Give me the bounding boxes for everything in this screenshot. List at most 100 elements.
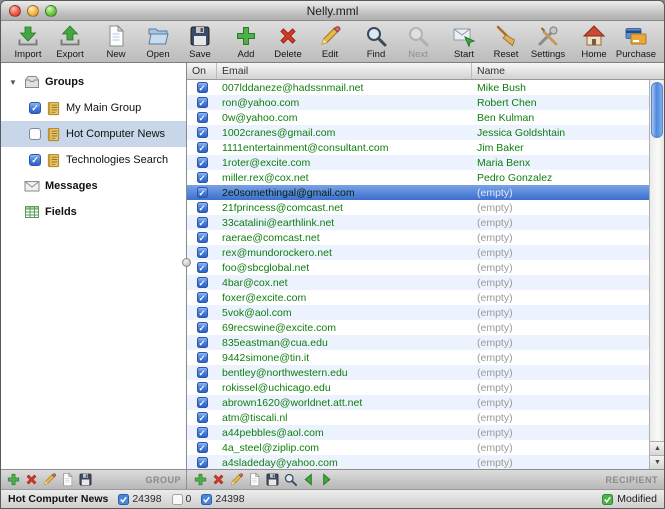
toolbar-button-edit[interactable]: Edit — [309, 22, 351, 62]
table-row[interactable]: ✓835eastman@cua.edu(empty) — [187, 335, 664, 350]
toolbar-button-next[interactable]: Next — [397, 22, 439, 62]
toolbar-button-find[interactable]: Find — [355, 22, 397, 62]
scroll-up-button[interactable]: ▲ — [650, 441, 665, 455]
toolbar-button-reset[interactable]: Reset — [485, 22, 527, 62]
table-row[interactable]: ✓0w@yahoo.comBen Kulman — [187, 110, 664, 125]
table-row[interactable]: ✓1111entertainment@consultant.comJim Bak… — [187, 140, 664, 155]
minimize-button[interactable] — [27, 5, 39, 17]
recipient-prev-button[interactable] — [301, 472, 316, 487]
recipient-add-button[interactable] — [193, 472, 208, 487]
row-checkbox[interactable]: ✓ — [197, 262, 208, 273]
disclosure-triangle-icon[interactable]: ▼ — [9, 78, 19, 87]
toolbar-button-delete[interactable]: Delete — [267, 22, 309, 62]
sidebar-group-technologies-search[interactable]: ✓Technologies Search — [1, 147, 186, 173]
recipient-save-button[interactable] — [265, 472, 280, 487]
toolbar-button-save[interactable]: Save — [179, 22, 221, 62]
table-row[interactable]: ✓a4sladeday@yahoo.com(empty) — [187, 455, 664, 469]
row-checkbox[interactable]: ✓ — [197, 172, 208, 183]
table-row[interactable]: ✓69recswine@excite.com(empty) — [187, 320, 664, 335]
sidebar-item-messages[interactable]: Messages — [1, 173, 186, 199]
table-row[interactable]: ✓raerae@comcast.net(empty) — [187, 230, 664, 245]
group-save-button[interactable] — [78, 472, 93, 487]
row-checkbox[interactable]: ✓ — [197, 97, 208, 108]
row-checkbox[interactable]: ✓ — [197, 397, 208, 408]
group-edit-button[interactable] — [42, 472, 57, 487]
column-header-email[interactable]: Email — [217, 63, 472, 79]
column-header-name[interactable]: Name — [472, 63, 664, 79]
table-row[interactable]: ✓rokissel@uchicago.edu(empty) — [187, 380, 664, 395]
table-row[interactable]: ✓a44pebbles@aol.com(empty) — [187, 425, 664, 440]
toolbar-button-purchase[interactable]: Purchase — [615, 22, 657, 62]
row-checkbox[interactable]: ✓ — [197, 442, 208, 453]
sidebar-item-fields[interactable]: Fields — [1, 199, 186, 225]
table-row[interactable]: ✓miller.rex@cox.netPedro Gonzalez — [187, 170, 664, 185]
vertical-scrollbar[interactable]: ▲ ▼ — [649, 80, 664, 469]
toolbar-button-start[interactable]: Start — [443, 22, 485, 62]
table-row[interactable]: ✓9442simone@tin.it(empty) — [187, 350, 664, 365]
table-row[interactable]: ✓4bar@cox.net(empty) — [187, 275, 664, 290]
recipient-new-button[interactable] — [247, 472, 262, 487]
row-checkbox[interactable]: ✓ — [197, 277, 208, 288]
row-checkbox[interactable]: ✓ — [197, 412, 208, 423]
group-checkbox[interactable] — [29, 128, 41, 140]
row-checkbox[interactable]: ✓ — [197, 82, 208, 93]
group-new-button[interactable] — [60, 472, 75, 487]
table-row[interactable]: ✓ron@yahoo.comRobert Chen — [187, 95, 664, 110]
table-row[interactable]: ✓atm@tiscali.nl(empty) — [187, 410, 664, 425]
recipient-edit-button[interactable] — [229, 472, 244, 487]
row-checkbox[interactable]: ✓ — [197, 247, 208, 258]
recipient-delete-button[interactable] — [211, 472, 226, 487]
toolbar-button-settings[interactable]: Settings — [527, 22, 569, 62]
table-row[interactable]: ✓5vok@aol.com(empty) — [187, 305, 664, 320]
row-checkbox[interactable]: ✓ — [197, 202, 208, 213]
toolbar-button-export[interactable]: Export — [49, 22, 91, 62]
close-button[interactable] — [9, 5, 21, 17]
row-checkbox[interactable]: ✓ — [197, 457, 208, 468]
table-row[interactable]: ✓1roter@excite.comMaria Benx — [187, 155, 664, 170]
row-checkbox[interactable]: ✓ — [197, 337, 208, 348]
row-checkbox[interactable]: ✓ — [197, 127, 208, 138]
row-checkbox[interactable]: ✓ — [197, 232, 208, 243]
table-row[interactable]: ✓2e0somethingal@gmail.com(empty) — [187, 185, 664, 200]
toolbar-button-add[interactable]: Add — [225, 22, 267, 62]
group-checkbox[interactable]: ✓ — [29, 102, 41, 114]
row-checkbox[interactable]: ✓ — [197, 382, 208, 393]
recipient-find-button[interactable] — [283, 472, 298, 487]
recipient-next-arrow-button[interactable] — [319, 472, 334, 487]
row-checkbox[interactable]: ✓ — [197, 307, 208, 318]
table-row[interactable]: ✓rex@mundorockero.net(empty) — [187, 245, 664, 260]
table-row[interactable]: ✓007lddaneze@hadssnmail.netMike Bush — [187, 80, 664, 95]
row-checkbox[interactable]: ✓ — [197, 352, 208, 363]
sidebar-groups-header[interactable]: ▼ Groups — [1, 69, 186, 95]
sidebar-group-hot-computer-news[interactable]: Hot Computer News — [1, 121, 186, 147]
toolbar-button-new[interactable]: New — [95, 22, 137, 62]
toolbar-button-open[interactable]: Open — [137, 22, 179, 62]
group-delete-button[interactable] — [24, 472, 39, 487]
row-checkbox[interactable]: ✓ — [197, 322, 208, 333]
table-row[interactable]: ✓abrown1620@worldnet.att.net(empty) — [187, 395, 664, 410]
row-checkbox[interactable]: ✓ — [197, 367, 208, 378]
table-row[interactable]: ✓1002cranes@gmail.comJessica Goldshtain — [187, 125, 664, 140]
group-checkbox[interactable]: ✓ — [29, 154, 41, 166]
row-checkbox[interactable]: ✓ — [197, 217, 208, 228]
toolbar-button-help[interactable]: ?Help — [661, 22, 665, 62]
table-row[interactable]: ✓4a_steel@ziplip.com(empty) — [187, 440, 664, 455]
row-checkbox[interactable]: ✓ — [197, 157, 208, 168]
table-row[interactable]: ✓21fprincess@comcast.net(empty) — [187, 200, 664, 215]
splitter-handle[interactable] — [182, 258, 191, 267]
row-checkbox[interactable]: ✓ — [197, 112, 208, 123]
row-checkbox[interactable]: ✓ — [197, 187, 208, 198]
group-add-button[interactable] — [6, 472, 21, 487]
table-row[interactable]: ✓foo@sbcglobal.net(empty) — [187, 260, 664, 275]
table-row[interactable]: ✓foxer@excite.com(empty) — [187, 290, 664, 305]
row-checkbox[interactable]: ✓ — [197, 427, 208, 438]
toolbar-button-import[interactable]: Import — [7, 22, 49, 62]
column-header-on[interactable]: On — [187, 63, 217, 79]
toolbar-button-home[interactable]: Home — [573, 22, 615, 62]
row-checkbox[interactable]: ✓ — [197, 292, 208, 303]
table-row[interactable]: ✓33catalini@earthlink.net(empty) — [187, 215, 664, 230]
sidebar-group-my-main-group[interactable]: ✓My Main Group — [1, 95, 186, 121]
scroll-down-button[interactable]: ▼ — [650, 455, 665, 469]
zoom-button[interactable] — [45, 5, 57, 17]
scrollbar-thumb[interactable] — [651, 82, 663, 138]
